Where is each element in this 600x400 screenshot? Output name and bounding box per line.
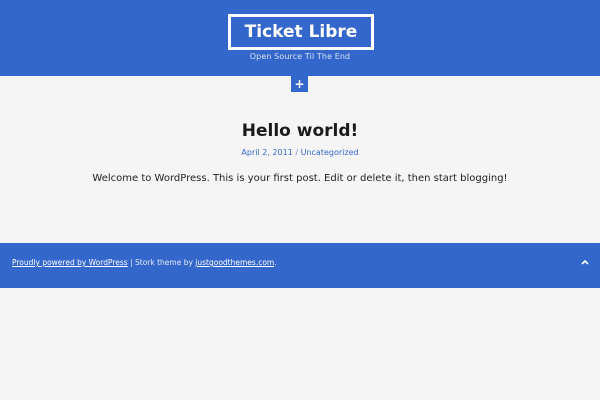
plus-icon: + xyxy=(294,77,305,91)
site-title-link[interactable]: Ticket Libre xyxy=(228,14,374,50)
site-tagline: Open Source Til The End xyxy=(249,52,351,61)
theme-credit-text: Stork theme by xyxy=(135,258,196,267)
post-content: Welcome to WordPress. This is your first… xyxy=(92,173,508,184)
site-header: Ticket Libre Open Source Til The End xyxy=(0,0,600,76)
footer-trailing: . xyxy=(274,258,277,267)
footer-credits: Proudly powered by WordPress | Stork the… xyxy=(12,258,277,267)
post-category-link[interactable]: Uncategorized xyxy=(301,148,359,157)
footer-divider: | xyxy=(127,258,135,267)
back-to-top-button[interactable] xyxy=(578,255,592,269)
wordpress-link[interactable]: Proudly powered by WordPress xyxy=(12,258,128,267)
chevron-up-icon xyxy=(581,259,589,265)
theme-author-link[interactable]: justgoodthemes.com xyxy=(195,258,274,267)
post-date-link[interactable]: April 2, 2011 xyxy=(241,148,292,157)
post-meta: April 2, 2011 / Uncategorized xyxy=(0,148,600,157)
site-footer: Proudly powered by WordPress | Stork the… xyxy=(0,243,600,288)
menu-toggle-button[interactable]: + xyxy=(291,76,308,92)
post-title[interactable]: Hello world! xyxy=(0,121,600,141)
